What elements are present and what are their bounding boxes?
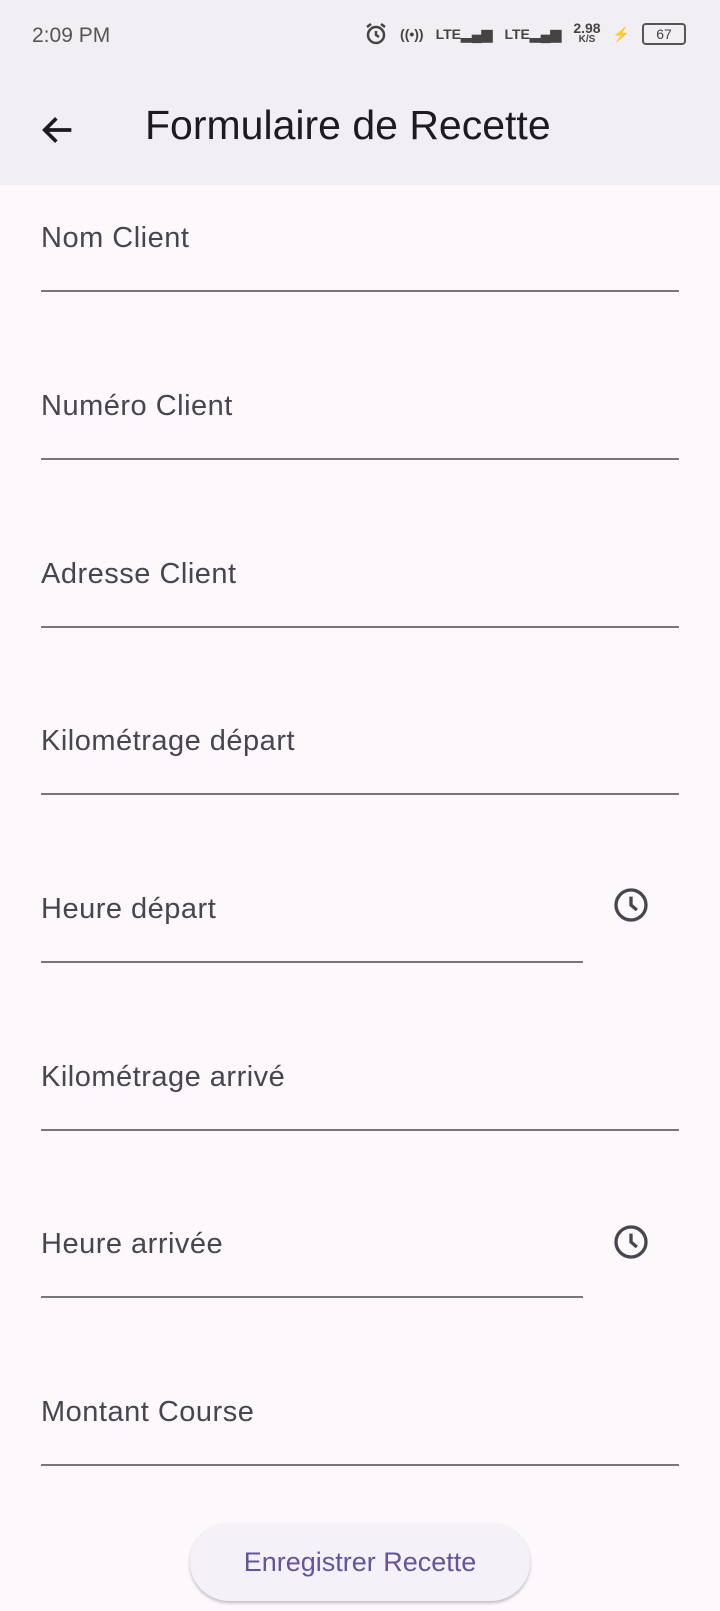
page-title: Formulaire de Recette [145,102,551,148]
signal-2-icon: LTE▂▄▆ [504,25,562,42]
field-label: Adresse Client [41,558,237,590]
battery-icon: 67 [642,23,686,45]
field-label: Heure arrivée [41,1228,224,1260]
clock-icon[interactable] [611,1222,651,1262]
underline [41,1129,679,1131]
status-time: 2:09 PM [32,24,111,47]
heure-depart-input[interactable]: Heure départ [41,893,583,963]
field-label: Heure départ [41,893,217,925]
charging-icon: ⚡ [612,25,630,42]
network-type: LTE [504,25,530,42]
field-label: Nom Client [41,222,190,254]
field-label: Kilométrage départ [41,725,296,757]
speed-value: 2.98 [573,20,601,36]
underline [41,1296,583,1298]
status-icons: ((•)) LTE▂▄▆ LTE▂▄▆ 2.98 K/S ⚡ 67 [364,20,686,46]
underline [41,626,679,628]
heure-arrivee-input[interactable]: Heure arrivée [41,1228,583,1298]
alarm-icon [366,23,386,45]
battery-level: 67 [656,26,672,42]
adresse-client-input[interactable]: Adresse Client [41,558,679,628]
status-bar: 2:09 PM ((•)) LTE▂▄▆ LTE▂▄▆ 2.98 K/S ⚡ 67 [0,0,720,80]
kilometrage-depart-input[interactable]: Kilométrage départ [41,725,679,795]
signal-1-icon: LTE▂▄▆ [435,25,493,42]
kilometrage-arrive-input[interactable]: Kilométrage arrivé [41,1061,679,1131]
field-label: Numéro Client [41,390,233,422]
field-label: Montant Course [41,1396,255,1428]
hotspot-icon: ((•)) [400,26,424,42]
clock-icon[interactable] [611,885,651,925]
enregistrer-recette-button[interactable]: Enregistrer Recette [190,1523,530,1601]
network-type: LTE [435,25,461,42]
montant-course-input[interactable]: Montant Course [41,1396,679,1466]
back-arrow-icon[interactable] [38,110,78,150]
underline [41,1464,679,1466]
net-speed: 2.98 K/S [573,20,601,46]
nom-client-input[interactable]: Nom Client [41,222,679,292]
underline [41,961,583,963]
app-bar: Formulaire de Recette [0,80,720,185]
speed-unit: K/S [578,34,596,45]
field-label: Kilométrage arrivé [41,1061,286,1093]
numero-client-input[interactable]: Numéro Client [41,390,679,460]
underline [41,793,679,795]
underline [41,458,679,460]
underline [41,290,679,292]
